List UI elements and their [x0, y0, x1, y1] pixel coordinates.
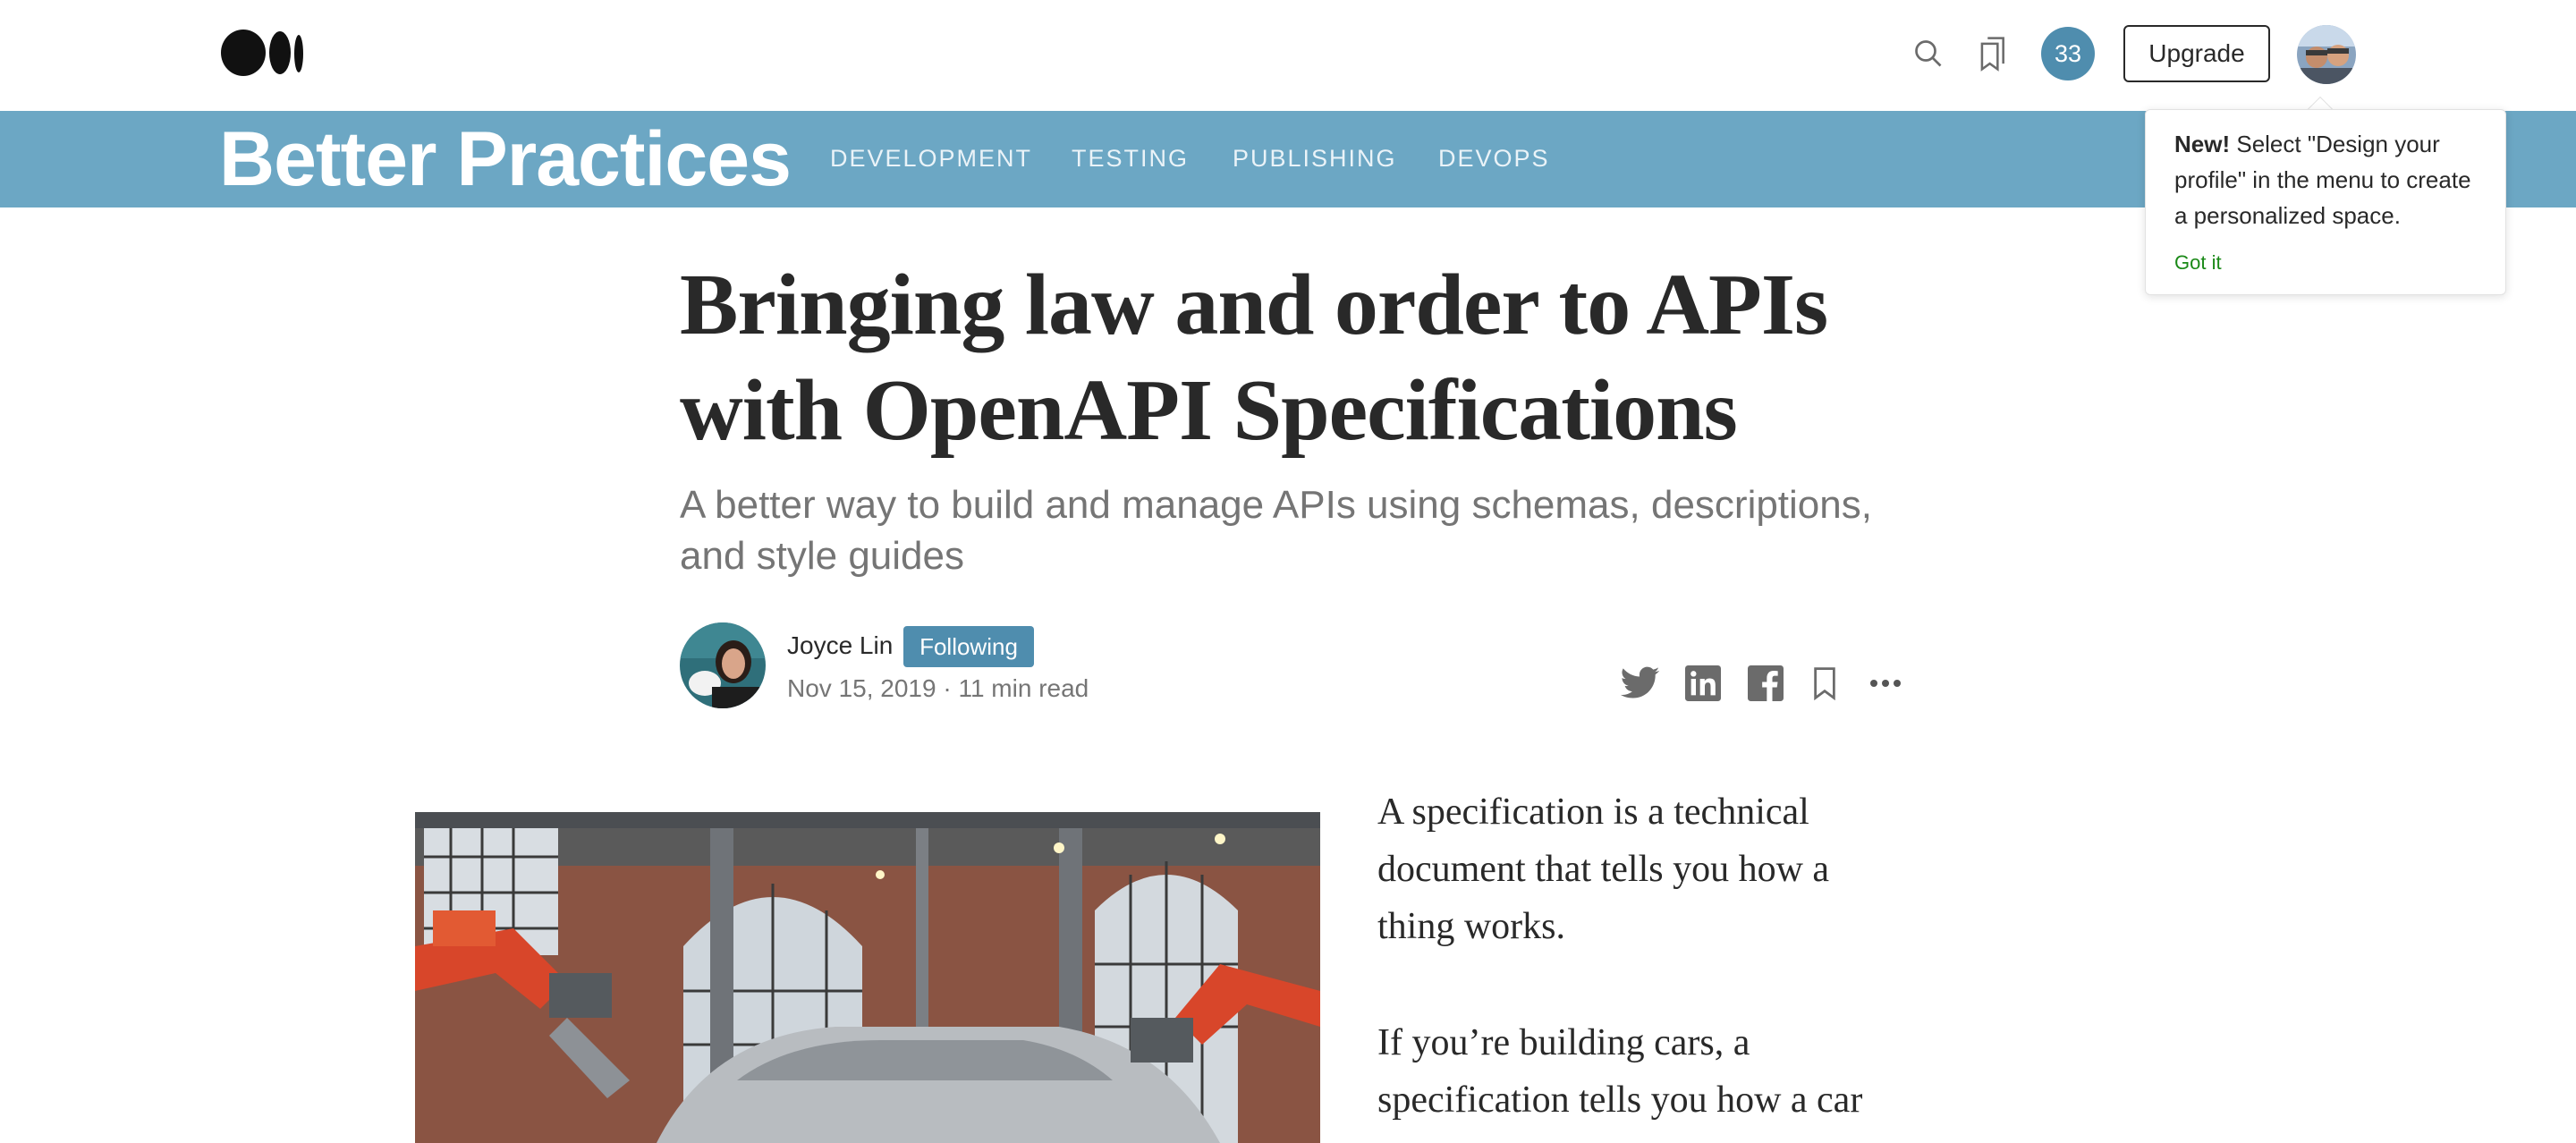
article-subtitle: A better way to build and manage APIs us…: [680, 483, 1872, 578]
bookmarks-button[interactable]: [1970, 32, 2014, 75]
facebook-icon: [1748, 665, 1784, 701]
share-linkedin-button[interactable]: [1683, 664, 1723, 703]
twitter-icon: [1621, 666, 1660, 698]
notifications-badge[interactable]: 33: [2041, 27, 2095, 80]
article-paragraph-2: If you’re building cars, a specification…: [1377, 1022, 1863, 1121]
bookmarks-icon: [1980, 37, 2004, 72]
bookmark-button[interactable]: [1805, 664, 1844, 703]
share-facebook-button[interactable]: [1746, 664, 1785, 703]
share-twitter-button[interactable]: [1621, 664, 1660, 703]
upgrade-button[interactable]: Upgrade: [2123, 25, 2270, 82]
article-hero-image: [415, 812, 1320, 1143]
nav-devops[interactable]: DEVOPS: [1438, 145, 1550, 173]
article-paragraph-1: A specification is a technical document …: [1377, 792, 1830, 947]
more-options-button[interactable]: [1866, 664, 1905, 703]
following-button[interactable]: Following: [903, 626, 1034, 667]
tooltip-text: New! Select "Design your profile" in the…: [2174, 126, 2477, 233]
got-it-button[interactable]: Got it: [2174, 251, 2222, 275]
author-avatar[interactable]: [680, 622, 766, 708]
author-name[interactable]: Joyce Lin: [787, 631, 893, 660]
design-profile-tooltip: New! Select "Design your profile" in the…: [2145, 109, 2506, 295]
user-avatar[interactable]: [2297, 25, 2356, 84]
publication-title[interactable]: Better Practices: [219, 116, 792, 202]
search-icon: [1915, 40, 1942, 67]
tooltip-new-label: New!: [2174, 131, 2231, 157]
article-title: Bringing law and order to APIs with Open…: [680, 257, 1828, 459]
search-button[interactable]: [1907, 34, 1950, 73]
medium-logo[interactable]: [221, 30, 303, 76]
nav-testing[interactable]: TESTING: [1072, 145, 1189, 173]
bookmark-icon: [1814, 667, 1835, 700]
linkedin-icon: [1685, 665, 1721, 701]
nav-publishing[interactable]: PUBLISHING: [1233, 145, 1397, 173]
nav-development[interactable]: DEVELOPMENT: [830, 145, 1032, 173]
more-icon: [1870, 680, 1901, 687]
top-navigation-bar: 33 Upgrade: [0, 0, 2576, 111]
article-meta: Nov 15, 2019 · 11 min read: [787, 674, 1089, 702]
